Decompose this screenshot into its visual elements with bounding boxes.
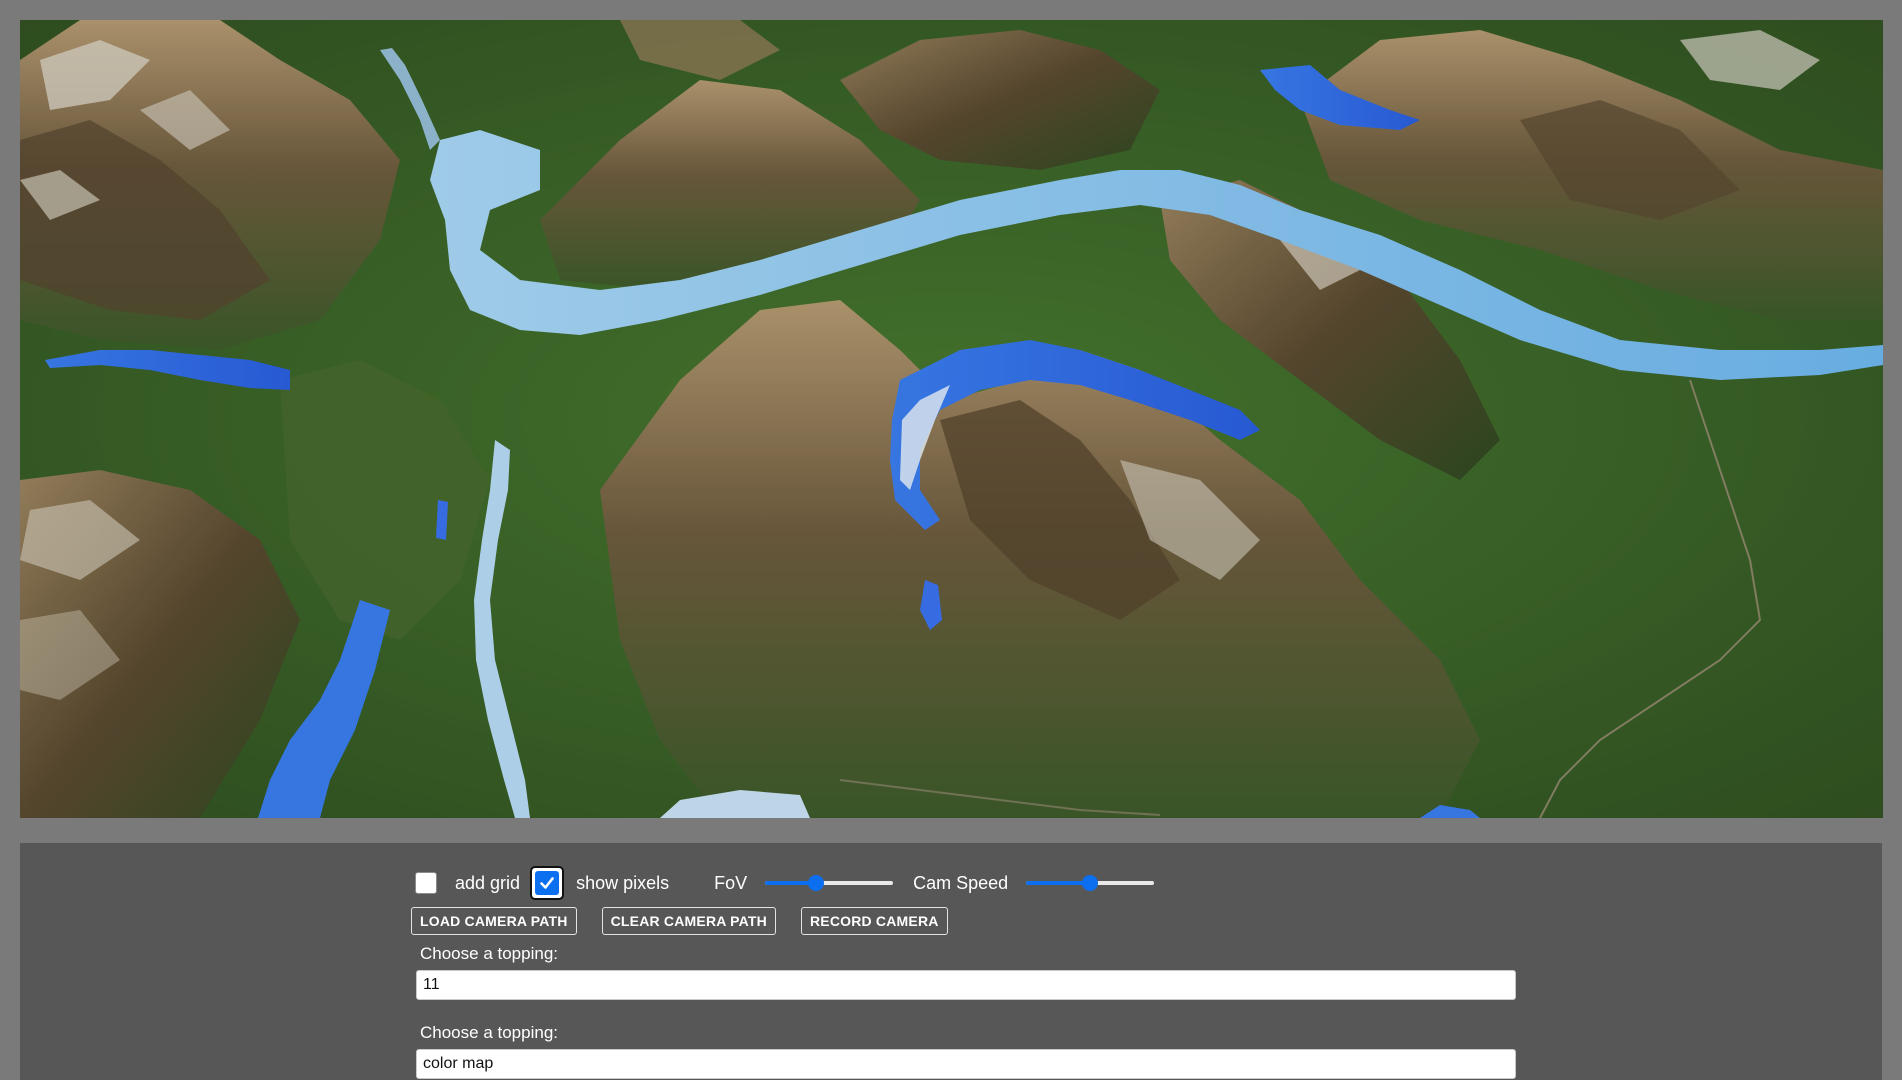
topping-label-2: Choose a topping: — [420, 1023, 558, 1042]
fov-slider-thumb[interactable] — [808, 875, 825, 891]
clear-camera-path-button[interactable]: CLEAR CAMERA PATH — [601, 907, 776, 935]
terrain-viewport[interactable] — [20, 20, 1883, 818]
controls-row: add grid show pixels FoV Cam Speed — [415, 865, 1155, 901]
cam-speed-slider-thumb[interactable] — [1082, 875, 1099, 891]
topping-input-2[interactable]: color map — [416, 1049, 1516, 1079]
cam-speed-slider[interactable] — [1026, 873, 1155, 893]
record-camera-button[interactable]: RECORD CAMERA — [800, 907, 948, 935]
show-pixels-label: show pixels — [576, 872, 670, 893]
checkmark-icon — [535, 871, 560, 895]
add-grid-label: add grid — [455, 872, 521, 893]
topping-label-1: Choose a topping: — [420, 944, 558, 963]
show-pixels-checkbox[interactable] — [530, 866, 565, 900]
camera-buttons-row: LOAD CAMERA PATH CLEAR CAMERA PATH RECOR… — [411, 907, 973, 935]
cam-speed-label: Cam Speed — [913, 872, 1009, 893]
topping-input-1[interactable]: 11 — [416, 970, 1516, 1000]
terrain-render — [20, 20, 1883, 818]
load-camera-path-button[interactable]: LOAD CAMERA PATH — [411, 907, 577, 935]
fov-slider[interactable] — [765, 873, 894, 893]
control-panel: add grid show pixels FoV Cam Speed LOAD … — [20, 843, 1882, 1080]
add-grid-checkbox[interactable] — [415, 872, 437, 894]
cam-speed-slider-fill — [1026, 881, 1091, 885]
fov-label: FoV — [714, 872, 748, 893]
